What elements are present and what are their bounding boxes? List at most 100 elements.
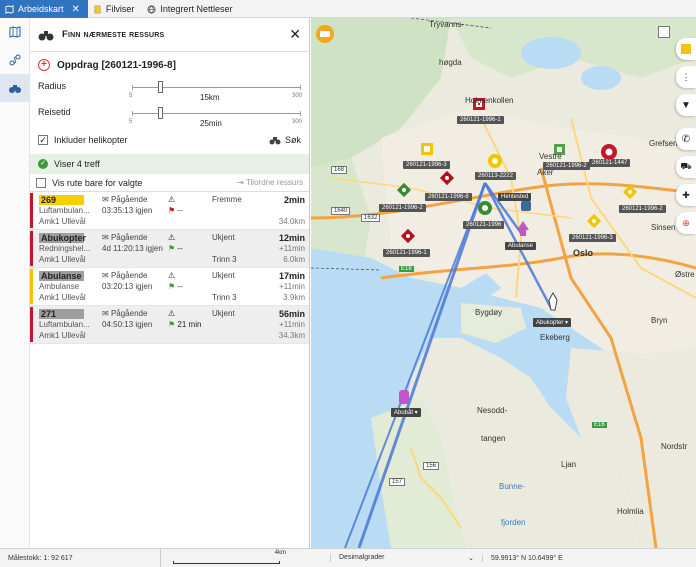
incident-label[interactable]: 260121-1996-2 xyxy=(619,205,666,213)
tab-filviser[interactable]: Filviser xyxy=(88,0,143,18)
alarm-secondary: ⚑ 21 min xyxy=(168,320,201,329)
resource-destination: Ukjent xyxy=(212,309,235,318)
tab-integrert-nettleser[interactable]: Integrert Nettleser xyxy=(142,0,240,18)
alarm-secondary: ⚑ -- xyxy=(168,244,183,253)
place-label: Bunne- xyxy=(499,482,525,491)
tree-tool-button[interactable]: ⋮ xyxy=(676,66,696,88)
road-number: 1640 xyxy=(331,207,351,215)
resource-name: Abukopter xyxy=(39,233,86,243)
phone-tool-button[interactable]: ✆ xyxy=(676,128,696,150)
incident-label[interactable]: 260121-1996-8 xyxy=(425,193,472,201)
vehicle-label[interactable]: Hentested xyxy=(498,193,532,201)
reisetid-slider-thumb[interactable] xyxy=(158,107,163,119)
close-tab-icon[interactable]: ✕ xyxy=(72,4,80,15)
place-label: Bryn xyxy=(651,316,668,325)
alarm-secondary-text: -- xyxy=(177,244,183,253)
incident-label[interactable]: 260121-1996-3 xyxy=(403,161,450,169)
assign-resource-button[interactable]: ⇥ Tilordne ressurs xyxy=(237,178,303,187)
place-label: Holmlia xyxy=(617,507,644,516)
close-icon[interactable]: ✕ xyxy=(289,26,301,43)
resource-name: 271 xyxy=(39,309,84,319)
radius-slider-thumb[interactable] xyxy=(158,81,163,93)
place-label: Grefsen xyxy=(649,139,678,148)
resource-status: ✉ Pågående xyxy=(102,271,147,280)
incident-label[interactable]: 260121-1996 xyxy=(463,221,505,229)
resource-time-left: 03:35:13 igjen xyxy=(102,206,153,215)
incident-label[interactable]: 260121-1996-1 xyxy=(383,249,430,257)
map-view[interactable]: Tryvanns- høgda Holmenkollen Vestre Aker… xyxy=(311,18,696,548)
incident-label[interactable]: 260113-2222 xyxy=(475,172,516,180)
include-helicopter-label: Inkluder helikopter xyxy=(54,135,128,145)
filter-icon: ▼ xyxy=(681,99,691,111)
phone-icon: ✆ xyxy=(681,133,691,145)
road-number: 168 xyxy=(331,166,348,174)
resource-row[interactable]: 271 Luftambulan... Amk1 Ullevål ✉ Pågåen… xyxy=(30,306,309,344)
incident-label[interactable]: 260121-1996-3 xyxy=(569,234,616,242)
tab-arbeidskart[interactable]: Arbeidskart ✕ xyxy=(0,0,88,18)
route-icon xyxy=(9,54,21,66)
incident-label[interactable]: 260121-1996-2 xyxy=(379,204,426,212)
tab-label: Integrert Nettleser xyxy=(160,4,233,14)
resource-row[interactable]: 269 Luftambulan... Amk1 Ullevål ✉ Pågåen… xyxy=(30,192,309,230)
place-label: Tryvanns- xyxy=(429,20,465,29)
radius-value: 15km xyxy=(200,93,220,102)
tab-label: Filviser xyxy=(105,4,135,14)
alarm-icon: ⚠ xyxy=(168,195,176,204)
rail-nearest-resource-button[interactable] xyxy=(0,74,30,102)
resource-destination: Fremme xyxy=(212,195,242,204)
tab-label: Arbeidskart xyxy=(18,4,64,14)
incident-label[interactable]: 260121-1996-1 xyxy=(457,116,504,124)
resource-name: 269 xyxy=(39,195,84,205)
resource-time-left: 03:20:13 igjen xyxy=(102,282,153,291)
ambulance-icon: ✚ xyxy=(682,189,690,200)
radius-label: Radius xyxy=(38,81,67,91)
incident-marker[interactable] xyxy=(478,201,492,215)
alarm-secondary-text: -- xyxy=(177,282,183,291)
rail-map-layers-button[interactable] xyxy=(0,18,30,46)
include-helicopter-checkbox[interactable]: ✓ xyxy=(38,135,48,145)
folder-icon xyxy=(681,44,691,54)
medical-plus-icon: ⊕ xyxy=(682,217,690,228)
minimize-map-button[interactable] xyxy=(658,26,670,38)
layers-tool-button[interactable] xyxy=(676,38,696,60)
vehicle-label[interactable]: Abulanse xyxy=(505,242,537,250)
route-only-label: Vis rute bare for valgte xyxy=(52,177,143,188)
rail-route-button[interactable] xyxy=(0,46,30,74)
resource-status-text: Pågående xyxy=(110,309,148,318)
coord-type-select[interactable]: Desimalgrader ⌄ xyxy=(330,554,482,562)
vehicle-label[interactable]: Abubåt ▾ xyxy=(391,408,421,417)
alarm-secondary-text: 21 min xyxy=(177,320,202,329)
resource-type: Luftambulan... xyxy=(39,320,90,329)
resource-row[interactable]: Abukopter Redningshel... Amk1 Ullevål ✉ … xyxy=(30,230,309,268)
resource-eta-extra: +11min xyxy=(279,320,305,329)
medical-tool-button[interactable]: ⊕ xyxy=(676,212,696,234)
resource-type: Ambulanse xyxy=(39,282,80,291)
search-button[interactable]: Søk xyxy=(269,135,301,145)
filter-tool-button[interactable]: ▼ xyxy=(676,94,696,116)
resource-row[interactable]: Abulanse Ambulanse Amk1 Ullevål ✉ Pågåen… xyxy=(30,268,309,306)
route-only-checkbox[interactable] xyxy=(36,177,46,188)
alarm-secondary-text: -- xyxy=(177,206,183,215)
incident-marker[interactable] xyxy=(601,144,617,160)
incident-marker[interactable] xyxy=(421,143,433,155)
place-label: Nesodd- xyxy=(477,406,508,415)
place-label: Oslo xyxy=(573,248,594,258)
resource-eta: 17min xyxy=(278,271,305,281)
incident-label[interactable]: 260121-1996-2 xyxy=(543,162,590,170)
truck-tool-button[interactable]: ⛟ xyxy=(676,156,696,178)
road-number: E18 xyxy=(399,266,414,272)
vehicle-label[interactable]: Abukopter ▾ xyxy=(533,318,572,327)
incident-label[interactable]: 260121-1447 xyxy=(589,159,631,167)
resource-time-left: 4d 11:20:13 igjen xyxy=(102,244,163,253)
ambulance-tool-button[interactable]: ✚ xyxy=(676,184,696,206)
nearest-resource-panel: Finn nærmeste ressurs ✕ + Oppdrag [26012… xyxy=(30,18,310,548)
priority-bar xyxy=(30,307,33,342)
vehicle-icon xyxy=(320,31,330,37)
route-only-row: Vis rute bare for valgte ⇥ Tilordne ress… xyxy=(30,174,309,192)
bus-vehicle-icon[interactable] xyxy=(521,201,531,211)
place-label: fjorden xyxy=(501,518,526,527)
resource-name: Abulanse xyxy=(39,271,84,281)
boat-vehicle-icon[interactable] xyxy=(399,390,409,404)
place-label: Ekeberg xyxy=(540,333,570,342)
incident-marker[interactable] xyxy=(488,154,502,168)
